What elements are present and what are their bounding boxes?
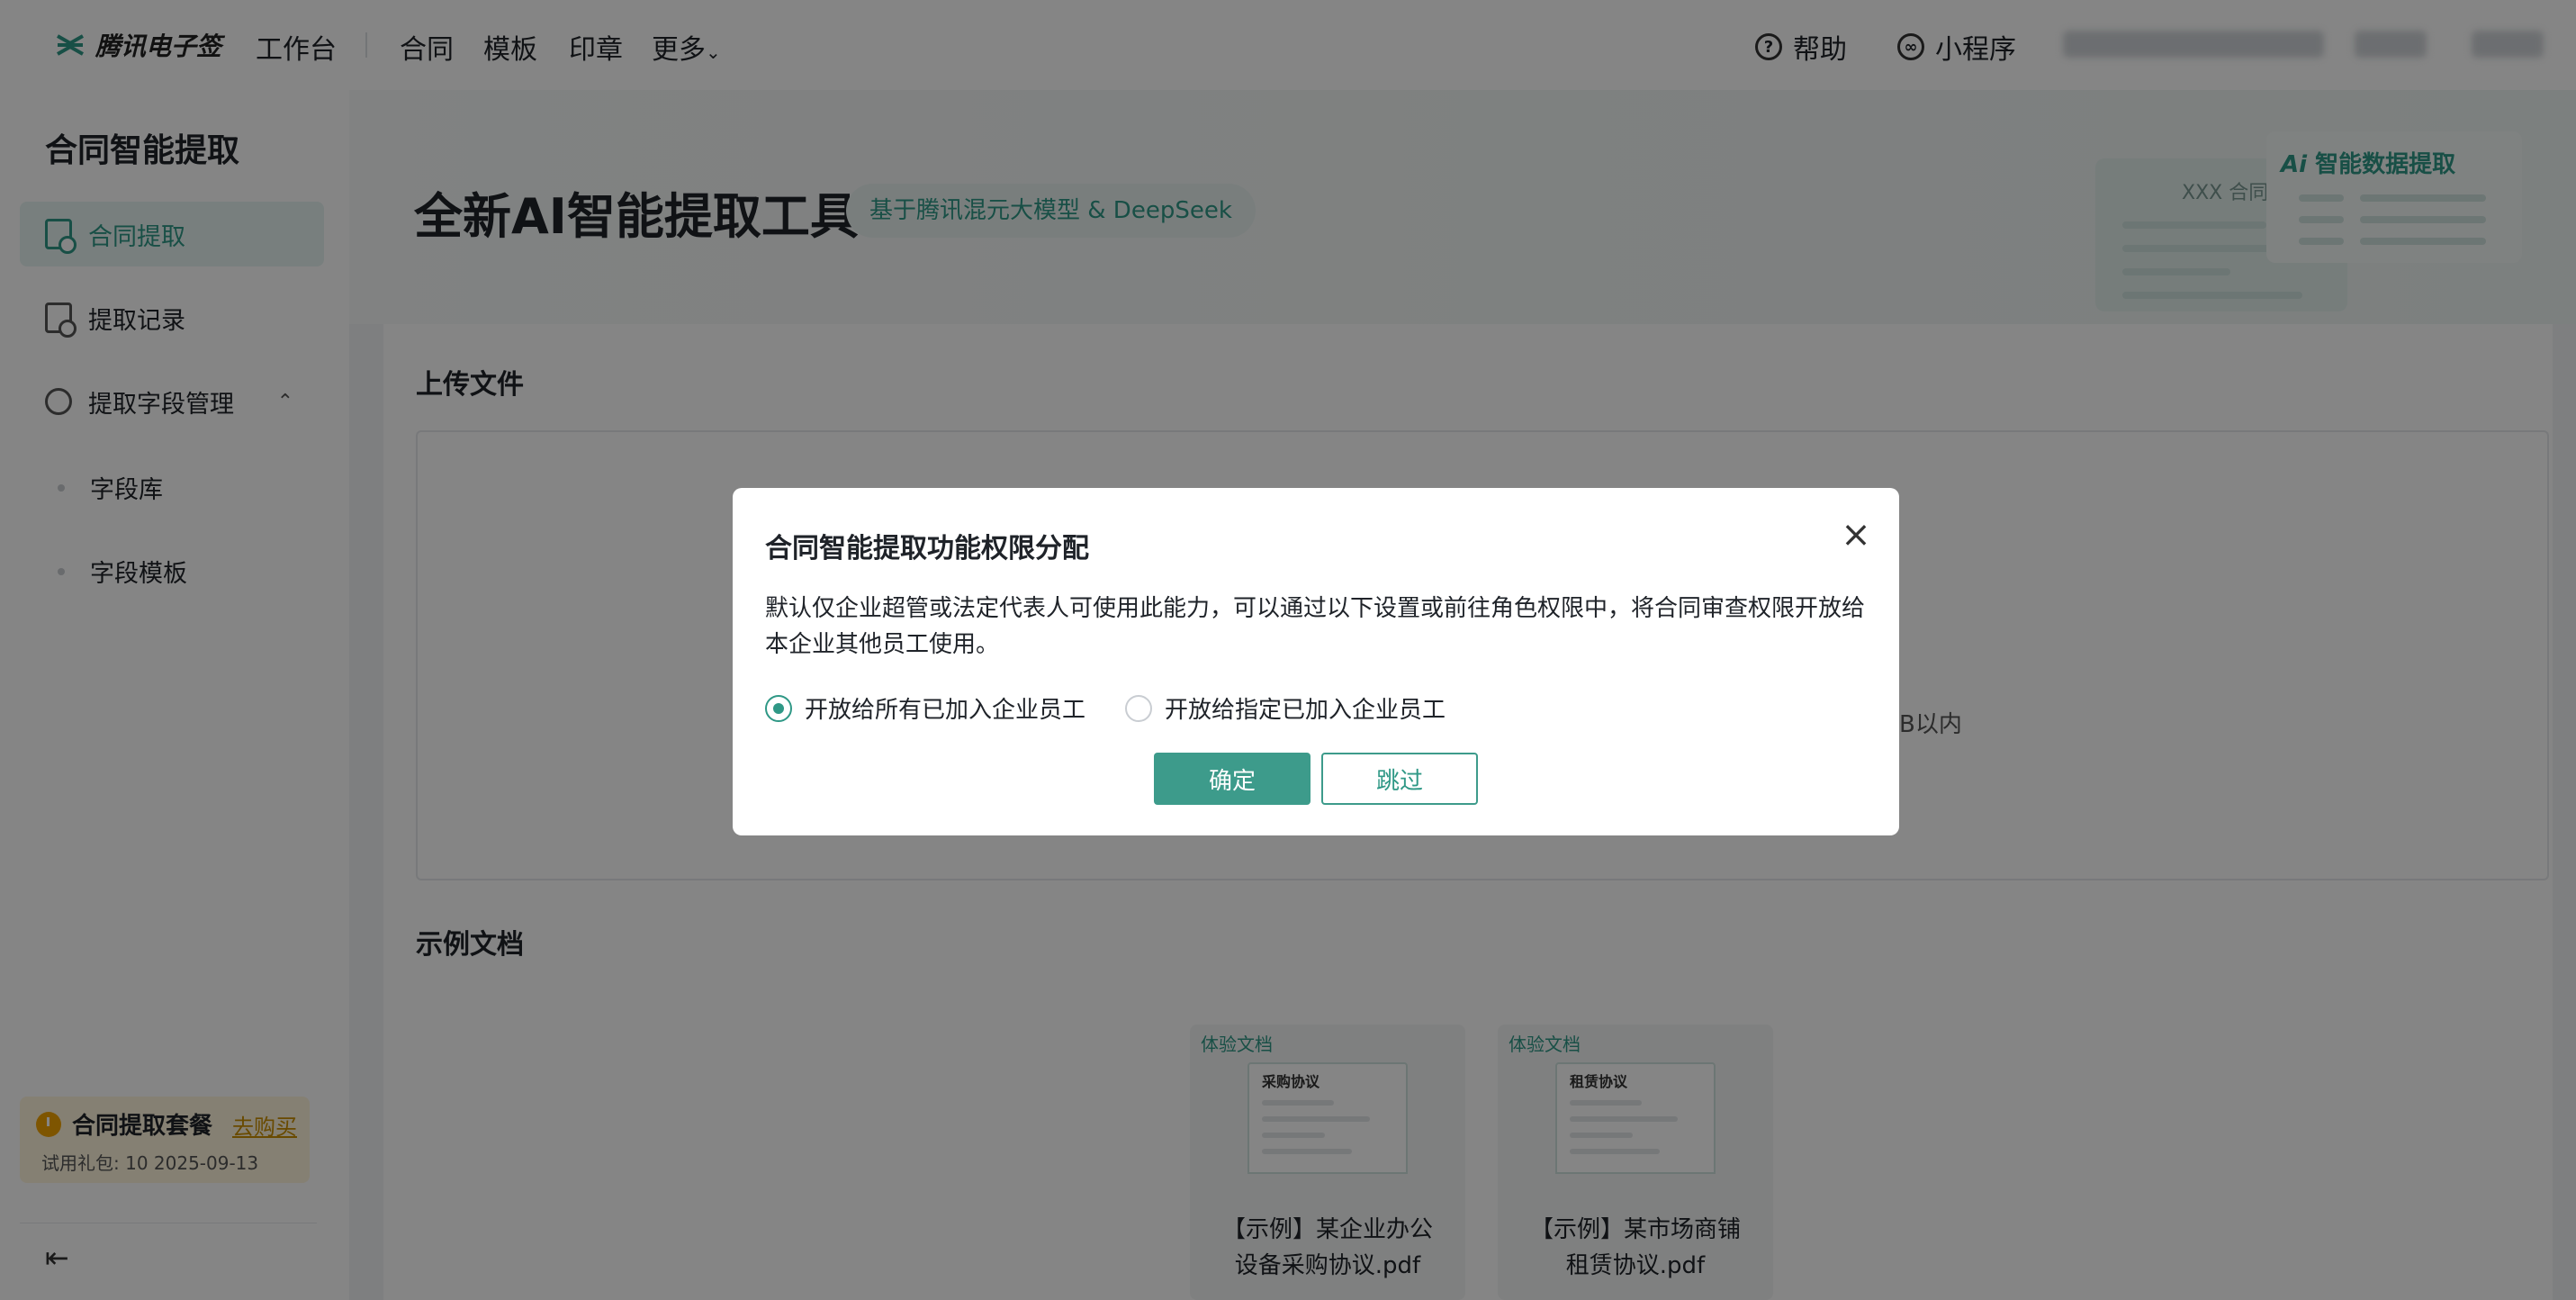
radio-all-employees[interactable]: 开放给所有已加入企业员工: [765, 691, 1085, 725]
close-icon[interactable]: ×: [1838, 517, 1874, 553]
radio-label: 开放给所有已加入企业员工: [805, 697, 1086, 724]
dialog-description: 默认仅企业超管或法定代表人可使用此能力，可以通过以下设置或前往角色权限中，将合同…: [765, 595, 1866, 658]
radio-unchecked-icon: [1125, 694, 1153, 722]
confirm-button[interactable]: 确定: [1154, 753, 1311, 805]
skip-button[interactable]: 跳过: [1321, 753, 1478, 805]
permission-dialog: 合同智能提取功能权限分配 × 默认仅企业超管或法定代表人可使用此能力，可以通过以…: [733, 488, 1899, 835]
radio-checked-icon: [765, 694, 792, 722]
dialog-title: 合同智能提取功能权限分配: [765, 533, 1089, 564]
radio-specified-employees[interactable]: 开放给指定已加入企业员工: [1125, 691, 1446, 725]
permission-radio-group: 开放给所有已加入企业员工 开放给指定已加入企业员工: [765, 691, 1446, 725]
radio-label: 开放给指定已加入企业员工: [1165, 697, 1446, 724]
